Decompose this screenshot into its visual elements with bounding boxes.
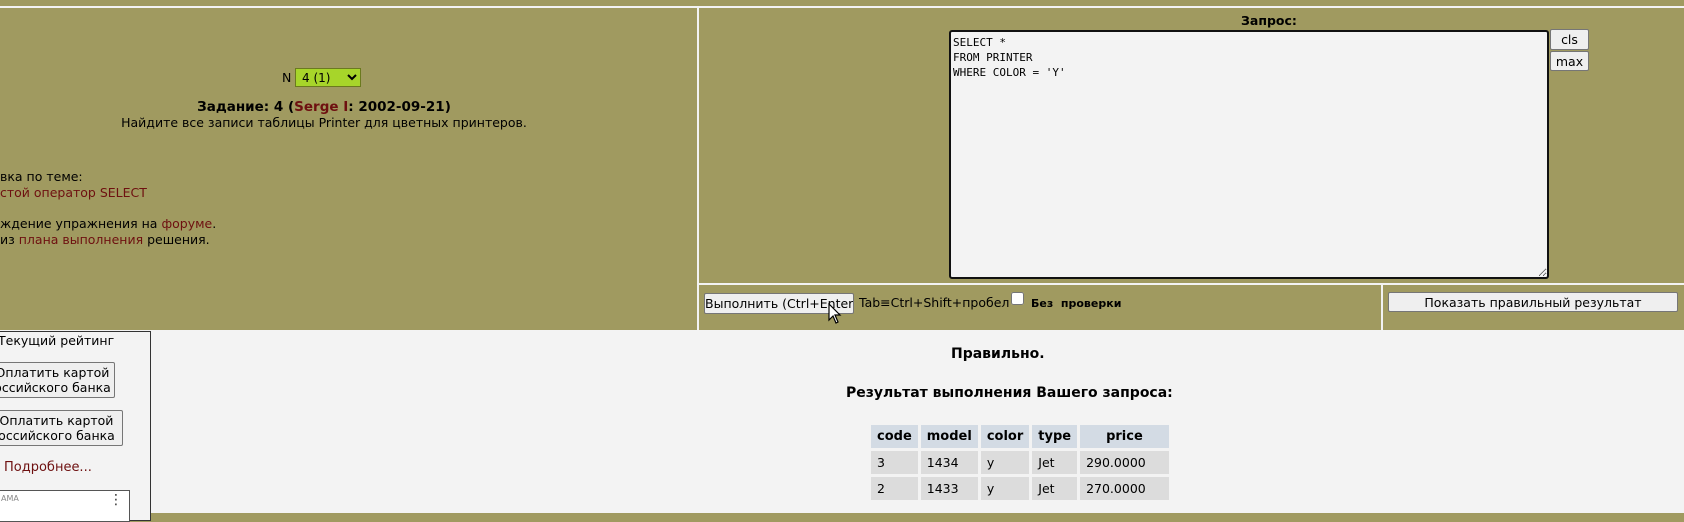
col-type: type — [1032, 425, 1078, 448]
discussion-prefix: ждение упражнения на — [0, 216, 162, 231]
cell-color: y — [980, 451, 1030, 474]
ad-card[interactable]: АМА ⋮ — [0, 490, 130, 522]
pay-card-1-line1: Оплатить картой — [0, 365, 110, 380]
cell-color: y — [980, 477, 1030, 500]
cell-model: 1434 — [920, 451, 978, 474]
pay-card-2-line1: Оплатить картой — [0, 413, 114, 428]
n-label: N — [282, 70, 292, 85]
result-header-row: code model color type price — [871, 425, 1169, 448]
pane-divider — [697, 8, 699, 330]
ad-label: АМА — [1, 494, 19, 503]
more-vertical-icon[interactable]: ⋮ — [109, 493, 123, 507]
result-panel — [0, 330, 1684, 513]
cell-code: 3 — [871, 451, 918, 474]
plan-link[interactable]: плана выполнения — [19, 232, 143, 247]
nocheck-checkbox[interactable] — [1011, 292, 1024, 305]
task-author-link[interactable]: Serge I — [294, 99, 348, 115]
task-title-suffix: : 2002-09-21) — [348, 99, 451, 115]
task-title-prefix: Задание: 4 ( — [197, 99, 295, 115]
table-row: 3 1434 y Jet 290.0000 — [871, 451, 1169, 474]
mouse-cursor-icon — [828, 302, 842, 328]
toolbar-divider — [697, 283, 1684, 285]
cell-price: 290.0000 — [1080, 451, 1169, 474]
col-code: code — [871, 425, 918, 448]
result-status: Правильно. — [951, 346, 1045, 362]
col-color: color — [980, 425, 1030, 448]
max-button[interactable]: max — [1550, 51, 1589, 71]
nocheck-label: Без проверки — [1031, 297, 1122, 310]
task-description: Найдите все записи таблицы Printer для ц… — [121, 115, 527, 130]
shortcut-hint: Tab≡Ctrl+Shift+пробел — [859, 295, 1010, 310]
discussion-line: ждение упражнения на форуме. — [0, 216, 216, 231]
help-link[interactable]: стой оператор SELECT — [0, 185, 147, 200]
pay-card-1-line2: оссийского банка — [0, 380, 111, 395]
show-correct-result-button[interactable]: Показать правильный результат — [1388, 292, 1678, 312]
cell-type: Jet — [1032, 477, 1078, 500]
cell-type: Jet — [1032, 451, 1078, 474]
result-table: code model color type price 3 1434 y Jet… — [868, 422, 1172, 503]
more-link[interactable]: Подробнее... — [4, 460, 92, 475]
forum-link[interactable]: форуме — [161, 216, 212, 231]
col-price: price — [1080, 425, 1169, 448]
toolbar-split — [1381, 285, 1383, 330]
top-divider — [0, 6, 1684, 8]
result-heading: Результат выполнения Вашего запроса: — [846, 385, 1173, 401]
col-model: model — [920, 425, 978, 448]
pay-card-button-1[interactable]: Оплатить картой оссийского банка — [0, 362, 115, 398]
task-number-select[interactable]: 4 (1) — [295, 68, 361, 87]
pay-card-button-2[interactable]: Оплатить картой оссийского банка — [0, 410, 123, 446]
rating-label: Текущий рейтинг — [0, 333, 115, 348]
query-textarea[interactable] — [949, 30, 1549, 279]
pay-card-2-line2: оссийского банка — [0, 428, 115, 443]
cls-button[interactable]: cls — [1550, 29, 1589, 50]
query-label: Запрос: — [1241, 13, 1297, 28]
help-line: вка по теме: — [0, 169, 83, 184]
plan-line: из плана выполнения решения. — [0, 232, 210, 247]
plan-suffix: решения. — [143, 232, 210, 247]
plan-prefix: из — [0, 232, 19, 247]
discussion-suffix: . — [212, 216, 217, 231]
cell-code: 2 — [871, 477, 918, 500]
task-title: Задание: 4 (Serge I: 2002-09-21) — [0, 99, 648, 115]
cell-price: 270.0000 — [1080, 477, 1169, 500]
table-row: 2 1433 y Jet 270.0000 — [871, 477, 1169, 500]
cell-model: 1433 — [920, 477, 978, 500]
